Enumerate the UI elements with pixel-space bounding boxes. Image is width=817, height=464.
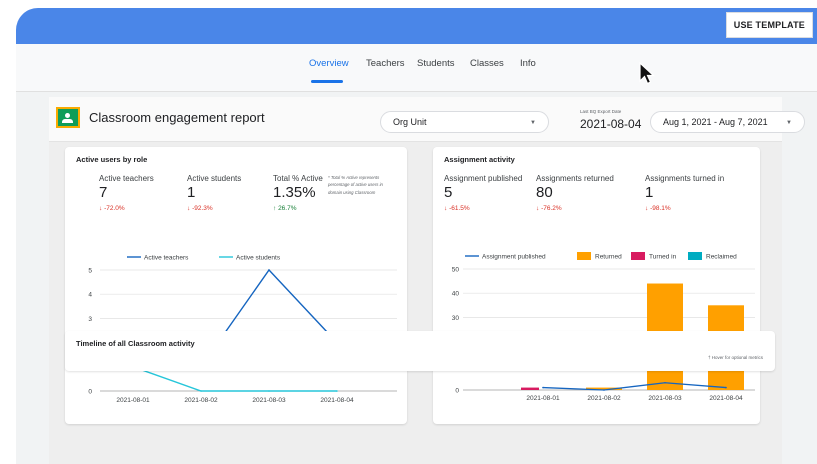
caret-down-icon: ▼ — [530, 120, 536, 126]
data-point — [664, 381, 666, 384]
x-tick-label: 2021-08-04 — [709, 395, 743, 402]
date-range-picker[interactable]: Aug 1, 2021 - Aug 7, 2021 ▼ — [650, 111, 805, 133]
x-tick-label: 2021-08-04 — [320, 397, 354, 404]
data-point — [268, 390, 270, 392]
active-tab-indicator — [311, 80, 343, 83]
x-tick-label: 2021-08-03 — [252, 397, 286, 404]
tab-info[interactable]: Info — [520, 58, 536, 69]
x-tick-label: 2021-08-01 — [116, 397, 150, 404]
tab-teachers[interactable]: Teachers — [366, 58, 405, 69]
caret-down-icon: ▼ — [786, 120, 792, 126]
data-point — [268, 269, 270, 271]
arrow-cursor-icon — [639, 62, 656, 85]
date-range-label: Aug 1, 2021 - Aug 7, 2021 — [663, 117, 768, 127]
org-unit-label: Org Unit — [393, 117, 427, 127]
active-users-card: Active users by role Active teachers 7 ↓… — [65, 147, 407, 424]
use-template-button[interactable]: USE TEMPLATE — [725, 12, 813, 38]
y-tick-label: 3 — [88, 316, 92, 323]
legend-label: Assignment published — [482, 254, 546, 261]
legend-swatch — [688, 252, 702, 260]
tab-classes[interactable]: Classes — [470, 58, 504, 69]
y-tick-label: 0 — [455, 388, 459, 395]
legend-label: Returned — [595, 254, 622, 261]
x-tick-label: 2021-08-01 — [526, 395, 560, 402]
x-tick-label: 2021-08-02 — [184, 397, 218, 404]
legend-swatch — [631, 252, 645, 260]
y-tick-label: 40 — [452, 291, 460, 298]
classroom-logo-icon — [56, 107, 80, 128]
export-date-value: 2021-08-04 — [580, 117, 642, 131]
y-tick-label: 30 — [452, 315, 460, 322]
y-tick-label: 0 — [88, 389, 92, 396]
legend-label: Active students — [236, 255, 281, 262]
legend-label: Turned in — [649, 254, 677, 261]
legend-label: Active teachers — [144, 255, 189, 262]
report-title: Classroom engagement report — [89, 110, 265, 125]
assignment-activity-card: Assignment activity Assignment published… — [433, 147, 760, 424]
legend-label: Reclaimed — [706, 254, 737, 261]
top-banner: USE TEMPLATE — [16, 8, 817, 44]
export-date-label: Last BQ Export Date — [580, 109, 622, 114]
bar-turned-in — [521, 387, 539, 390]
org-unit-dropdown[interactable]: Org Unit ▼ — [380, 111, 549, 133]
active-users-chart: 0123452021-08-012021-08-022021-08-032021… — [88, 255, 397, 404]
y-tick-label: 4 — [88, 292, 92, 299]
series-line-published — [542, 382, 727, 391]
tab-students[interactable]: Students — [417, 58, 455, 69]
x-tick-label: 2021-08-02 — [587, 395, 621, 402]
y-tick-label: 50 — [452, 267, 460, 274]
card-title: Timeline of all Classroom activity — [76, 339, 195, 348]
report-header: Classroom engagement report Org Unit ▼ L… — [49, 97, 805, 142]
data-point — [725, 386, 727, 389]
data-point — [603, 389, 605, 391]
timeline-card: Timeline of all Classroom activity † Hov… — [65, 331, 775, 371]
hover-note: † Hover for optional metrics — [707, 355, 763, 360]
nav-bar: Overview Teachers Students Classes Info — [16, 44, 817, 92]
data-point — [336, 390, 338, 392]
assignment-activity-chart: 010203040502021-08-012021-08-022021-08-0… — [452, 252, 755, 402]
data-point — [542, 386, 544, 389]
legend-swatch — [577, 252, 591, 260]
y-tick-label: 5 — [88, 268, 92, 275]
app-window: USE TEMPLATE Overview Teachers Students … — [16, 8, 817, 464]
data-point — [200, 390, 202, 392]
x-tick-label: 2021-08-03 — [648, 395, 682, 402]
tab-overview[interactable]: Overview — [309, 58, 349, 69]
